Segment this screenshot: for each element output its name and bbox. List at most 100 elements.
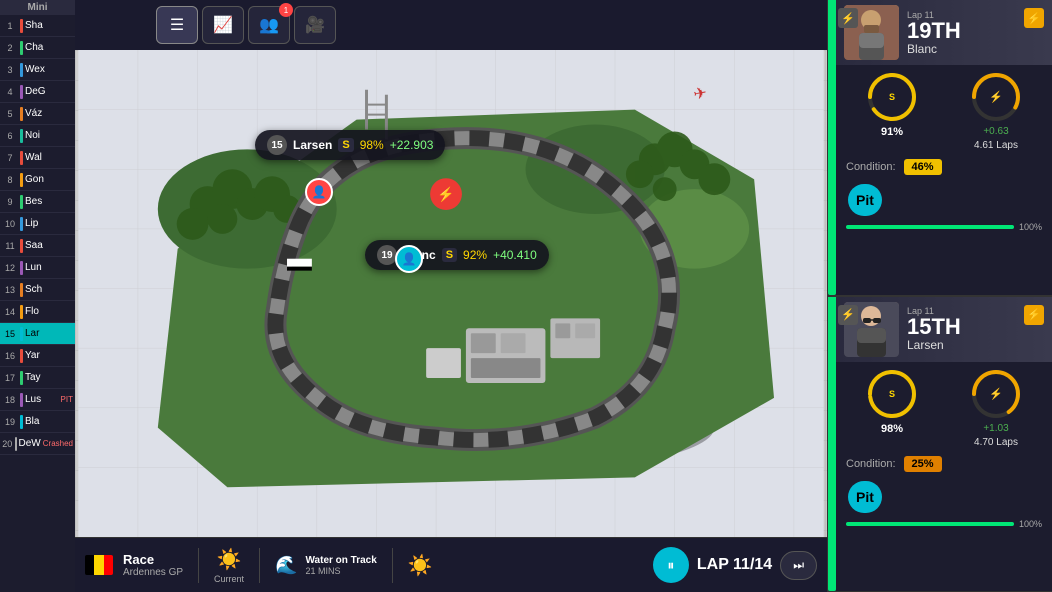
row-extra-18: PIT: [61, 395, 73, 404]
sidebar-row-20[interactable]: 20DeWCrashed: [0, 433, 75, 455]
sidebar-row-8[interactable]: 8Gon: [0, 169, 75, 191]
sidebar-row-3[interactable]: 3Wex: [0, 59, 75, 81]
car-marker-larsen[interactable]: 👤: [305, 178, 333, 206]
sidebar-row-1[interactable]: 1Sha: [0, 15, 75, 37]
row-pos-14: 14: [2, 307, 18, 317]
larsen-delta-center-icon: ⚡: [989, 387, 1003, 400]
sidebar-row-11[interactable]: 11Saa: [0, 235, 75, 257]
blanc-condition-row: Condition: 46%: [836, 157, 1052, 180]
race-info: Race Ardennes GP: [123, 552, 183, 578]
row-pos-13: 13: [2, 285, 18, 295]
larsen-card-content: Lap 11 15TH Larsen ⚡: [828, 297, 1052, 534]
camera-button[interactable]: 🎥: [294, 6, 336, 44]
larsen-condition-row: Condition: 25%: [836, 454, 1052, 477]
sidebar-row-18[interactable]: 18LusPIT: [0, 389, 75, 411]
row-pos-16: 16: [2, 351, 18, 361]
map-area: ⚡ ✈ 15 Larsen S 98% +22.903 👤 19 B: [75, 50, 827, 537]
lap-display: LAP 11/14: [697, 556, 772, 574]
row-color-bar-9: [20, 195, 23, 209]
larsen-energy-gauge: S: [866, 368, 918, 420]
sidebar-row-14[interactable]: 14 Flo: [0, 301, 75, 323]
row-name-14: Flo: [25, 306, 73, 317]
pause-button[interactable]: ⏸: [653, 547, 689, 583]
lap-controls: ⏸ LAP 11/14 ⏭: [653, 547, 817, 583]
sidebar-row-15[interactable]: 15Lar: [0, 323, 75, 345]
larsen-name: Larsen: [907, 338, 1044, 352]
sidebar-row-2[interactable]: 2Cha: [0, 37, 75, 59]
sidebar-row-17[interactable]: 17Tay: [0, 367, 75, 389]
flag-red: [104, 555, 113, 575]
row-color-bar-7: [20, 151, 23, 165]
larsen-laps-value: 4.70 Laps: [974, 437, 1018, 448]
blanc-battery-icon: S: [442, 248, 457, 262]
row-name-18: Lus: [25, 394, 59, 405]
row-pos-5: 5: [2, 109, 18, 119]
larsen-stat-energy: S 98%: [844, 368, 940, 448]
larsen-energy-bar-bg: [828, 297, 836, 592]
row-name-13: Sch: [25, 284, 73, 295]
row-name-1: Sha: [25, 20, 73, 31]
row-name-17: Tay: [25, 372, 73, 383]
sidebar-row-16[interactable]: 16Yar: [0, 345, 75, 367]
larsen-pit-button[interactable]: Pit: [848, 481, 882, 513]
water-sublabel: 21 MINS: [305, 566, 376, 576]
track-map-svg: ⚡ ✈: [75, 50, 827, 537]
fast-forward-button[interactable]: ⏭: [780, 551, 817, 580]
sidebar-row-13[interactable]: 13 Sch: [0, 279, 75, 301]
sidebar-row-7[interactable]: 7Wal: [0, 147, 75, 169]
row-pos-6: 6: [2, 131, 18, 141]
divider-1: [198, 548, 199, 583]
sidebar-row-5[interactable]: 5Váz: [0, 103, 75, 125]
toolbar-chart-wrapper: 📈: [202, 6, 244, 44]
divider-3: [392, 548, 393, 583]
larsen-delta-gauge: ⚡: [970, 368, 1022, 420]
drivers-badge: 1: [279, 3, 293, 17]
toolbar-camera-wrapper: 🎥: [294, 6, 336, 44]
row-color-bar-6: [20, 129, 23, 143]
sidebar-row-9[interactable]: 9Bes: [0, 191, 75, 213]
weather-next-icon: ☀️: [408, 553, 433, 578]
car-marker-blanc[interactable]: 👤: [395, 245, 423, 273]
weather-current: ☀️ Current: [214, 547, 244, 584]
row-pos-19: 19: [2, 417, 18, 427]
flag-black: [85, 555, 94, 575]
row-color-bar-11: [20, 239, 23, 253]
chart-button[interactable]: 📈: [202, 6, 244, 44]
blanc-gap: +40.410: [493, 248, 537, 262]
row-name-19: Bla: [25, 416, 73, 427]
camera-icon: 🎥: [305, 15, 325, 35]
row-color-bar-17: [20, 371, 23, 385]
blanc-progress-bar: [846, 225, 1014, 229]
sidebar-row-4[interactable]: 4DeG: [0, 81, 75, 103]
menu-icon: ☰: [170, 15, 184, 35]
blanc-condition-badge: 46%: [904, 159, 942, 175]
menu-button[interactable]: ☰: [156, 6, 198, 44]
row-name-15: Lar: [25, 328, 73, 339]
blanc-bottom-bar: 100%: [836, 220, 1052, 237]
larsen-bottom-bar: 100%: [836, 517, 1052, 534]
sidebar-row-10[interactable]: 10Lip: [0, 213, 75, 235]
row-pos-4: 4: [2, 87, 18, 97]
larsen-condition-label: Condition:: [846, 458, 896, 470]
car-label-blanc[interactable]: 19 Blanc S 92% +40.410: [365, 240, 549, 270]
larsen-deploy-icon: ⚡: [838, 305, 858, 325]
main-container: Mini 1Sha2Cha3Wex4DeG5Váz6Noi7Wal8Gon9Be…: [0, 0, 1052, 592]
blanc-pit-button[interactable]: Pit: [848, 184, 882, 216]
chart-icon: 📈: [213, 15, 233, 35]
blanc-progress-pct: 100%: [1019, 222, 1042, 232]
row-name-8: Gon: [25, 174, 73, 185]
row-pos-2: 2: [2, 43, 18, 53]
larsen-car-number: 15: [267, 135, 287, 155]
blanc-stat-delta: ⚡ +0.63 4.61 Laps: [948, 71, 1044, 151]
divider-2: [259, 548, 260, 583]
water-label: Water on Track: [305, 555, 376, 566]
sidebar-row-6[interactable]: 6Noi: [0, 125, 75, 147]
blanc-card-content: Lap 11 19TH Blanc ⚡: [828, 0, 1052, 237]
blanc-name: Blanc: [907, 42, 1044, 56]
car-label-larsen[interactable]: 15 Larsen S 98% +22.903: [255, 130, 445, 160]
sidebar-row-19[interactable]: 19 Bla: [0, 411, 75, 433]
sidebar-row-12[interactable]: 12Lun: [0, 257, 75, 279]
status-bar: Race Ardennes GP ☀️ Current 🌊 Water on T…: [75, 537, 827, 592]
row-pos-11: 11: [2, 241, 18, 251]
larsen-energy-bar-fill: [828, 297, 836, 592]
